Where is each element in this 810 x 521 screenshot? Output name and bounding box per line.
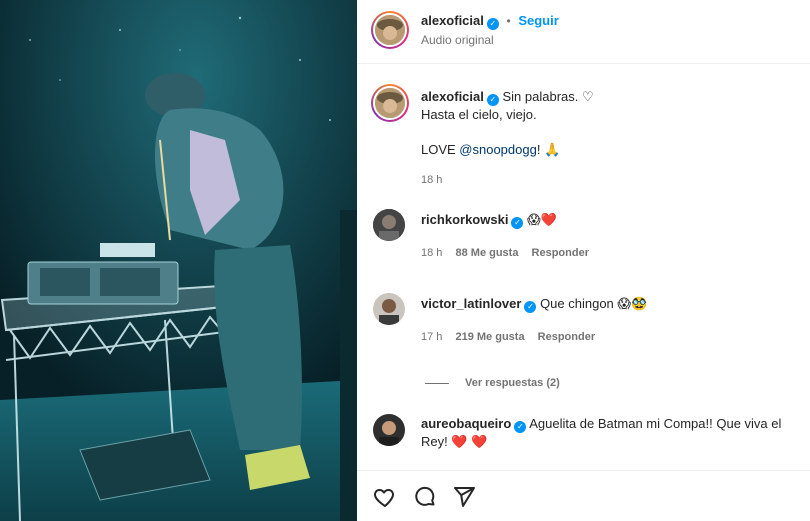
comment-time[interactable]: 17 h xyxy=(421,331,442,343)
header-username[interactable]: alexoficial xyxy=(421,13,484,28)
verified-badge-icon: ✓ xyxy=(486,18,499,30)
avatar-image xyxy=(373,414,405,446)
caption-line2: Hasta el cielo, viejo. xyxy=(421,107,537,122)
video-frame xyxy=(0,0,357,521)
mention-link[interactable]: @snoopdogg xyxy=(459,142,537,157)
verified-badge-icon: ✓ xyxy=(511,217,524,229)
comment-text: Aguelita de Batman mi Compa!! Que viva e… xyxy=(529,416,782,431)
reply-button[interactable]: Responder xyxy=(532,247,589,259)
comment-text: Que chingon 😱🥸 xyxy=(540,296,648,311)
reply-button[interactable]: Responder xyxy=(538,331,595,343)
comment-text-continued: Rey! ❤️ ❤️ xyxy=(421,434,488,449)
comment-time[interactable]: 18 h xyxy=(421,247,442,259)
share-icon[interactable] xyxy=(452,485,476,512)
avatar-image xyxy=(373,293,405,325)
avatar-image xyxy=(373,209,405,241)
caption-username[interactable]: alexoficial xyxy=(421,89,484,104)
comment-likes[interactable]: 219 Me gusta xyxy=(455,331,524,343)
caption-time[interactable]: 18 h xyxy=(421,171,801,189)
comment-icon[interactable] xyxy=(413,485,437,512)
audio-label[interactable]: Audio original xyxy=(421,33,494,47)
verified-badge-icon: ✓ xyxy=(514,421,527,433)
caption-love: LOVE xyxy=(421,142,460,157)
header-avatar[interactable] xyxy=(371,11,409,49)
comment-avatar[interactable] xyxy=(373,414,405,446)
follow-button[interactable]: Seguir xyxy=(518,13,558,28)
caption-avatar[interactable] xyxy=(371,84,409,122)
comment-avatar[interactable] xyxy=(373,293,405,325)
post-header: alexoficial ✓ • Seguir Audio original xyxy=(357,0,810,64)
video-player[interactable] xyxy=(0,0,357,521)
separator-dot: • xyxy=(506,14,511,28)
comment-avatar[interactable] xyxy=(373,209,405,241)
avatar-image xyxy=(375,88,405,118)
comment-username[interactable]: aureobaqueiro xyxy=(421,416,511,431)
comment-username[interactable]: victor_latinlover xyxy=(421,296,521,311)
heart-icon[interactable] xyxy=(373,485,397,512)
action-bar xyxy=(357,470,810,521)
comment-likes[interactable]: 88 Me gusta xyxy=(455,247,518,259)
post-details-panel: alexoficial ✓ • Seguir Audio original ale… xyxy=(357,0,810,521)
verified-badge-icon: ✓ xyxy=(524,301,537,313)
comment-text: 😱❤️ xyxy=(527,212,557,227)
caption-line3-suffix: ! 🙏 xyxy=(536,142,561,157)
replies-divider xyxy=(425,383,449,384)
avatar-image xyxy=(375,15,405,45)
verified-badge-icon: ✓ xyxy=(486,94,499,106)
view-replies-button[interactable]: Ver respuestas (2) xyxy=(465,377,560,389)
caption-line1: Sin palabras. ♡ xyxy=(502,89,594,104)
comment-username[interactable]: richkorkowski xyxy=(421,212,508,227)
